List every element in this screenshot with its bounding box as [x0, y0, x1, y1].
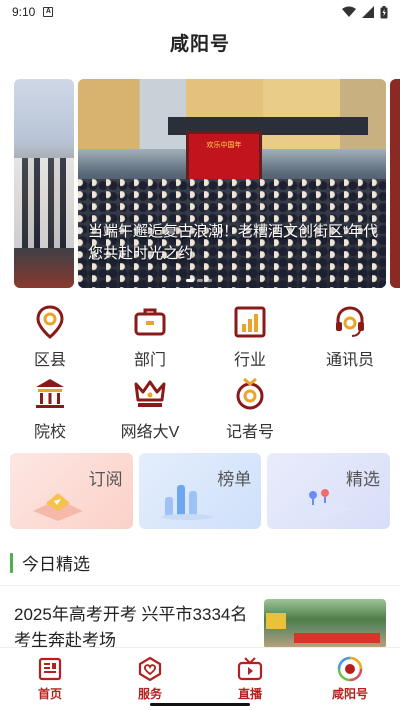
status-bar: 9:10 A	[0, 0, 400, 24]
institution-icon	[36, 379, 64, 408]
grid-item-label: 网络大V	[120, 424, 180, 441]
grid-item-influencer[interactable]: 网络大V	[100, 376, 200, 442]
headset-icon	[336, 306, 364, 337]
section-title: 今日精选	[22, 555, 90, 574]
ranking-card[interactable]: 榜单	[138, 453, 262, 529]
feature-cards: 订阅 榜单 精选	[10, 453, 391, 529]
xianyang-logo-icon	[337, 656, 363, 682]
tab-service[interactable]: 服务	[100, 648, 200, 710]
banner-carousel[interactable]: 欢乐中国年 当端午邂逅复古浪潮！老糟酒文创街区“年代 您共赴时光之约	[0, 79, 400, 288]
grid-item-industry[interactable]: 行业	[200, 304, 300, 370]
page-title: 咸阳号	[169, 34, 230, 55]
carousel-dot[interactable]	[186, 279, 194, 282]
grid-item-label: 通讯员	[325, 352, 374, 369]
tab-label: 直播	[237, 687, 262, 701]
notification-a-icon: A	[43, 7, 54, 17]
home-indicator[interactable]	[150, 703, 250, 706]
tab-home[interactable]: 首页	[0, 648, 100, 710]
ranking-label: 榜单	[217, 470, 252, 489]
bottom-tab-bar: 首页 服务 直播 咸阳号	[0, 647, 400, 710]
divider	[0, 585, 400, 586]
clock: 9:10	[12, 5, 36, 19]
location-icon	[36, 305, 64, 339]
wifi-icon	[342, 6, 356, 17]
tab-label: 服务	[137, 687, 162, 701]
briefcase-icon	[134, 308, 166, 336]
carousel-caption[interactable]: 当端午邂逅复古浪潮！老糟酒文创街区“年代 您共赴时光之约	[88, 221, 388, 265]
grid-item-label: 记者号	[225, 424, 274, 441]
carousel-caption-line2: 您共赴时光之约	[88, 245, 194, 262]
subscribe-label: 订阅	[88, 470, 123, 489]
carousel-next-slide[interactable]	[390, 79, 400, 288]
grid-item-district[interactable]: 区县	[0, 304, 100, 370]
grid-item-department[interactable]: 部门	[100, 304, 200, 370]
crown-icon	[134, 380, 166, 407]
featured-illustration	[290, 489, 351, 519]
grid-item-reporter[interactable]: 记者号	[200, 376, 300, 442]
signal-icon	[362, 6, 374, 18]
grid-item-correspondent[interactable]: 通讯员	[300, 304, 400, 370]
grid-item-label: 院校	[33, 424, 66, 441]
news-item[interactable]: 2025年高考开考 兴平市3334名考生奔赴考场	[14, 597, 386, 647]
carousel-prev-slide[interactable]	[14, 79, 74, 288]
grid-item-label: 部门	[133, 352, 166, 369]
tab-label: 首页	[37, 687, 62, 701]
carousel-dot[interactable]	[197, 279, 203, 282]
news-icon	[38, 657, 62, 681]
tab-xianyang[interactable]: 咸阳号	[300, 648, 400, 710]
carousel-dot[interactable]	[206, 279, 212, 282]
carousel-caption-line1: 当端午邂逅复古浪潮！老糟酒文创街区“年代	[88, 223, 378, 240]
featured-label: 精选	[346, 470, 381, 489]
ranking-illustration	[160, 485, 213, 520]
grid-item-label: 行业	[233, 352, 266, 369]
stage-sign: 欢乐中国年	[206, 142, 242, 149]
grid-item-institution[interactable]: 院校	[0, 376, 100, 442]
news-thumbnail[interactable]	[264, 599, 386, 647]
medal-icon	[236, 377, 264, 410]
section-header: 今日精选	[10, 550, 90, 575]
grid-item-label: 区县	[33, 352, 66, 369]
section-accent-bar	[10, 552, 13, 573]
battery-icon	[380, 5, 388, 18]
subscribe-illustration	[33, 493, 83, 521]
status-icons	[342, 5, 388, 19]
carousel-dots	[186, 279, 212, 282]
tab-label: 咸阳号	[331, 687, 368, 701]
featured-card[interactable]: 精选	[267, 453, 391, 529]
tab-live[interactable]: 直播	[200, 648, 300, 710]
heart-service-icon	[138, 656, 162, 682]
tv-icon	[237, 657, 263, 681]
subscribe-card[interactable]: 订阅	[10, 453, 133, 529]
bar-chart-icon	[234, 306, 266, 338]
news-title[interactable]: 2025年高考开考 兴平市3334名考生奔赴考场	[14, 602, 254, 647]
